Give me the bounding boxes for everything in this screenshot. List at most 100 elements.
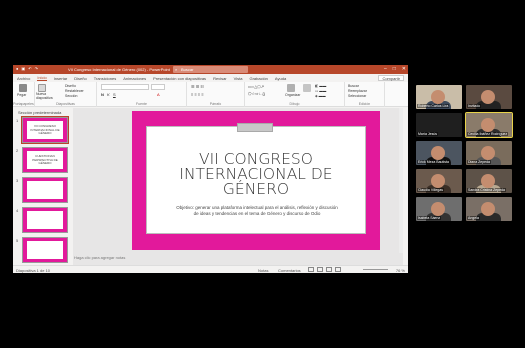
tab-transiciones[interactable]: Transiciones: [94, 76, 117, 81]
shapes-gallery-row2-icon[interactable]: ⬠☆⇨∟{}: [248, 91, 265, 96]
find-button[interactable]: Buscar: [348, 84, 359, 88]
participant-tile[interactable]: Roberto Carlos Lira: [416, 85, 462, 109]
tab-presentacion[interactable]: Presentación con diapositivas: [153, 76, 206, 81]
group-parrafo: ☰ ☰ ☷ ≡ ≡ ≡ ≡ Párrafo: [187, 82, 245, 107]
participant-tile[interactable]: Erick Meza Bautista: [416, 141, 462, 165]
thumbnail-text: [27, 241, 63, 259]
tab-grabacion[interactable]: Grabación: [249, 76, 267, 81]
font-family-select[interactable]: [101, 84, 149, 90]
italic-icon[interactable]: K: [107, 92, 110, 97]
slide-subtitle[interactable]: Objetivo: generar una plataforma intelec…: [175, 205, 339, 217]
participant-name: María Jesús: [417, 132, 439, 136]
section-label[interactable]: Sección predeterminada: [18, 110, 61, 115]
thumbnail-number: 3: [16, 178, 19, 183]
tab-animaciones[interactable]: Animaciones: [123, 76, 146, 81]
maximize-icon[interactable]: □: [393, 66, 396, 72]
bullets-icon[interactable]: ☰ ☰ ☷: [191, 84, 204, 89]
slide-thumbnail[interactable]: 3: [16, 177, 68, 203]
thumbnail-number: 1: [16, 118, 19, 123]
slide-thumbnail-pane: Sección predeterminada 1 VII CONGRESO IN…: [13, 108, 73, 265]
slide-thumbnail[interactable]: 1 VII CONGRESO INTERNACIONAL DE GÉNERO: [16, 116, 69, 144]
slide-card: VII CONGRESO INTERNACIONAL DE GÉNERO Obj…: [146, 126, 366, 234]
participant-tile[interactable]: Angela: [466, 197, 512, 221]
participant-name: Roberto Carlos Lira: [417, 104, 450, 108]
slide-thumbnail[interactable]: 5: [16, 237, 68, 263]
ribbon-tabs: Archivo Inicio Insertar Diseño Transicio…: [13, 74, 408, 82]
tab-inicio[interactable]: Inicio: [37, 75, 47, 81]
slide-editor: VII CONGRESO INTERNACIONAL DE GÉNERO Obj…: [73, 108, 403, 265]
slide-sorter-icon[interactable]: [317, 267, 323, 272]
tab-ayuda[interactable]: Ayuda: [275, 76, 286, 81]
participant-name: Claudia Villegas: [417, 188, 445, 192]
replace-button[interactable]: Reemplazar: [348, 89, 367, 93]
shape-fill-icon[interactable]: ◧ ▬▬: [315, 84, 326, 88]
slideshow-icon[interactable]: [335, 267, 341, 272]
search-icon: ⌕: [175, 67, 178, 72]
participant-avatar: [481, 90, 495, 104]
align-icons[interactable]: ≡ ≡ ≡ ≡: [191, 92, 204, 97]
group-dibujo: ▭○△⬡↗ ⬠☆⇨∟{} Organizar ◧ ▬▬ ▭ ▬▬ ◈ ▬▬ Di…: [245, 82, 345, 107]
tab-revisar[interactable]: Revisar: [213, 76, 227, 81]
thumbnail-text: VII CONGRESO INTERNACIONAL DE GÉNERO: [27, 121, 63, 139]
save-icon[interactable]: ▣: [21, 66, 25, 71]
tab-diseno[interactable]: Diseño: [74, 76, 86, 81]
zoom-value[interactable]: 76 %: [396, 268, 405, 273]
current-slide[interactable]: VII CONGRESO INTERNACIONAL DE GÉNERO Obj…: [132, 111, 380, 250]
thumbnail-number: 4: [16, 208, 19, 213]
zoom-slider[interactable]: [363, 269, 388, 270]
participant-tile[interactable]: Diana Zepeda: [466, 141, 512, 165]
tab-vista[interactable]: Vista: [234, 76, 243, 81]
font-color-icon[interactable]: A: [157, 92, 160, 97]
comments-button[interactable]: Comentarios: [278, 268, 301, 273]
search-input[interactable]: ⌕ Buscar: [173, 66, 248, 73]
quick-styles-icon[interactable]: [303, 84, 311, 92]
slide-thumbnail[interactable]: 2 CUESTIONAN PERSPECTIVA DE GÉNERO: [16, 147, 68, 173]
new-slide-button[interactable]: Nueva diapositiva: [36, 92, 54, 100]
shapes-gallery-icon[interactable]: ▭○△⬡↗: [248, 84, 264, 89]
participant-name: Angela: [467, 216, 480, 220]
notes-button[interactable]: Notas: [258, 268, 268, 273]
participant-tile[interactable]: María Jesús: [416, 113, 462, 137]
shape-outline-icon[interactable]: ▭ ▬▬: [315, 89, 326, 93]
group-label: Párrafo: [209, 102, 222, 106]
reset-button[interactable]: Restablecer: [65, 89, 84, 93]
participant-avatar: [431, 202, 445, 216]
autosave-icon[interactable]: ●: [16, 66, 18, 71]
slide-thumbnail[interactable]: 4: [16, 207, 68, 233]
participant-tile[interactable]: Sandra Cristina Zepeda: [466, 169, 512, 193]
tab-archivo[interactable]: Archivo: [17, 76, 30, 81]
vertical-scrollbar[interactable]: [399, 108, 403, 253]
select-button[interactable]: Seleccionar: [348, 94, 366, 98]
slide-title[interactable]: VII CONGRESO INTERNACIONAL DE GÉNERO: [147, 151, 365, 197]
group-portapapeles: Pegar Portapapeles: [13, 82, 35, 107]
share-button[interactable]: Compartir: [378, 75, 404, 81]
minimize-icon[interactable]: –: [384, 66, 387, 72]
view-buttons: [308, 267, 341, 272]
slide-counter: Diapositiva 1 de 10: [16, 268, 51, 273]
paste-button[interactable]: Pegar: [17, 93, 26, 97]
shape-effects-icon[interactable]: ◈ ▬▬: [315, 94, 326, 98]
close-icon[interactable]: ✕: [402, 66, 406, 72]
section-button[interactable]: Sección: [65, 94, 77, 98]
participant-tile[interactable]: Invitado: [466, 85, 512, 109]
font-size-select[interactable]: [151, 84, 165, 90]
paste-icon: [19, 84, 27, 92]
powerpoint-window: ● ▣ ↶ ↷ VII Congreso Internacional de Gé…: [13, 65, 408, 273]
underline-icon[interactable]: S: [113, 92, 116, 97]
quick-access-toolbar: ● ▣ ↶ ↷: [16, 66, 38, 71]
undo-icon[interactable]: ↶: [28, 66, 31, 71]
layout-button[interactable]: Diseño: [65, 84, 76, 88]
new-slide-icon: [38, 84, 46, 92]
bold-icon[interactable]: N: [101, 92, 104, 97]
participant-avatar: [431, 174, 445, 188]
redo-icon[interactable]: ↷: [35, 66, 38, 71]
group-fuente: N K S A Fuente: [97, 82, 187, 107]
notes-placeholder[interactable]: Haga clic para agregar notas: [74, 255, 125, 260]
participant-tile[interactable]: Claudia Villegas: [416, 169, 462, 193]
participant-tile[interactable]: Isabela Sáenz: [416, 197, 462, 221]
normal-view-icon[interactable]: [308, 267, 314, 272]
participant-tile[interactable]: Cecilia Ibáñez Rodríguez: [465, 112, 513, 138]
arrange-button[interactable]: Organizar: [285, 93, 300, 97]
reading-view-icon[interactable]: [326, 267, 332, 272]
tab-insertar[interactable]: Insertar: [54, 76, 68, 81]
